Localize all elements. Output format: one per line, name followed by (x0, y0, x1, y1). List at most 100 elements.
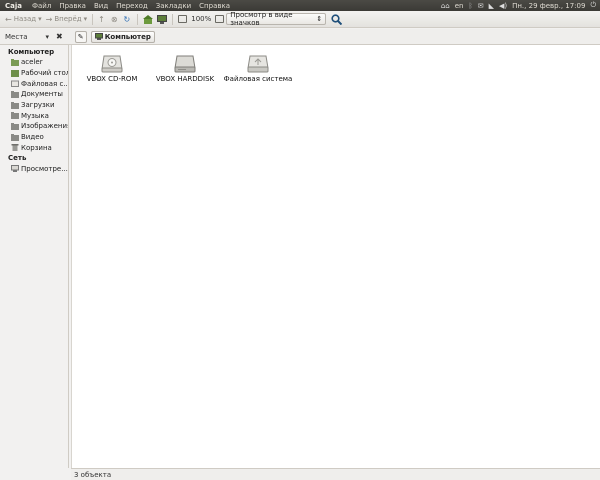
app-name[interactable]: Caja (0, 2, 28, 10)
pencil-icon: ✎ (77, 32, 84, 41)
sidebar-item-filesystem[interactable]: Файловая с... (0, 78, 68, 89)
folder-icon (11, 112, 19, 120)
sidebar-item-label: Изображения (21, 122, 68, 131)
places-label: Места (5, 32, 28, 41)
arrow-up-icon: ↑ (98, 14, 105, 24)
back-label: Назад (13, 15, 37, 23)
sidebar-item-label: Корзина (21, 143, 52, 152)
folder-icon (11, 122, 19, 130)
back-button[interactable]: ← Назад ▾ (3, 12, 44, 27)
forward-label: Вперёд (54, 15, 82, 23)
chevron-down-icon: ▾ (38, 15, 42, 23)
forward-button[interactable]: → Вперёд ▾ (44, 12, 90, 27)
menu-bookmarks[interactable]: Закладки (152, 2, 195, 10)
sidebar-item-downloads[interactable]: Загрузки (0, 100, 68, 111)
wifi-icon[interactable]: ◣ (489, 2, 494, 10)
menu-view[interactable]: Вид (90, 2, 112, 10)
search-button[interactable] (329, 12, 344, 27)
sidebar-item-pictures[interactable]: Изображения (0, 121, 68, 132)
filesystem-icon (11, 80, 19, 88)
zoom-in-icon (215, 15, 225, 23)
drive-item-label: Файловая система (223, 75, 293, 83)
breadcrumb-computer[interactable]: Компьютер (90, 30, 155, 43)
close-sidebar-icon[interactable]: ✖ (56, 32, 63, 41)
keyboard-layout[interactable]: en (455, 2, 464, 10)
chevron-down-icon: ▾ (83, 15, 88, 23)
network-icon (11, 165, 19, 173)
arrow-right-icon: → (45, 14, 53, 24)
home-button[interactable] (141, 12, 155, 27)
view-mode-label: Просмотр в виде значков (230, 11, 293, 27)
file-view[interactable]: VBOX CD-ROM VBOX HARDDISK Файловая систе… (71, 45, 600, 468)
top-panel: Caja Файл Правка Вид Переход Закладки Сп… (0, 0, 600, 11)
menu-edit[interactable]: Правка (55, 2, 90, 10)
status-bar: 3 объекта (71, 468, 600, 480)
drive-item-harddisk[interactable]: VBOX HARDDISK (145, 53, 225, 83)
sidebar-section-computer: Компьютер (8, 48, 55, 56)
separator (92, 13, 94, 25)
zoom-out-icon (178, 15, 188, 23)
chevron-down-icon: ▾ (45, 32, 49, 41)
bluetooth-icon[interactable]: ᛒ (469, 2, 473, 10)
separator (172, 13, 174, 25)
zoom-out-button[interactable] (176, 12, 189, 27)
sidebar-item-home[interactable]: aceler (0, 57, 68, 68)
filesystem-drive-icon (247, 55, 269, 73)
trash-icon (11, 144, 19, 152)
sidebar-section-network: Сеть (8, 154, 27, 163)
sidebar: Компьютер aceler Рабочий стол Файловая с… (0, 45, 69, 468)
sidebar-item-label: Файловая с... (21, 79, 68, 88)
computer-icon (94, 33, 103, 40)
up-button[interactable]: ↑ (96, 12, 109, 27)
clock[interactable]: Пн., 29 февр., 17:09 (512, 2, 585, 10)
sidebar-item-desktop[interactable]: Рабочий стол (0, 68, 68, 79)
sidebar-item-label: Музыка (21, 111, 49, 120)
arrow-left-icon: ← (5, 14, 12, 24)
stop-icon: ⊗ (110, 14, 118, 24)
power-icon[interactable]: ⏻ (590, 1, 596, 10)
menu-go[interactable]: Переход (112, 2, 152, 10)
sidebar-item-music[interactable]: Музыка (0, 110, 68, 121)
computer-icon (157, 14, 168, 24)
breadcrumb-label: Компьютер (104, 32, 151, 41)
home-icon (143, 14, 154, 24)
status-text: 3 объекта (74, 470, 112, 479)
drive-item-label: VBOX HARDDISK (155, 75, 215, 83)
zoom-level: 100% (191, 15, 212, 23)
computer-button[interactable] (155, 12, 169, 27)
places-selector[interactable]: Места ▾ (0, 33, 52, 41)
menu-file[interactable]: Файл (28, 2, 55, 10)
sidebar-item-trash[interactable]: Корзина (0, 143, 68, 154)
sidebar-item-browse-network[interactable]: Просмотре... (0, 163, 68, 174)
reload-button[interactable]: ↻ (122, 12, 135, 27)
drive-item-filesystem[interactable]: Файловая система (218, 53, 298, 83)
harddisk-icon (174, 55, 196, 73)
folder-icon (11, 133, 19, 141)
stop-button[interactable]: ⊗ (109, 12, 122, 27)
users-icon[interactable]: ⌂⌂ (441, 2, 450, 10)
sidebar-item-label: Рабочий стол (21, 69, 68, 78)
folder-icon (11, 101, 19, 109)
spin-arrows-icon: ⇕ (316, 15, 323, 23)
volume-icon[interactable]: ◀) (499, 2, 507, 10)
drive-item-cdrom[interactable]: VBOX CD-ROM (72, 53, 152, 83)
mail-icon[interactable]: ✉ (478, 2, 484, 10)
menu-help[interactable]: Справка (195, 2, 234, 10)
cdrom-drive-icon (101, 55, 123, 73)
view-mode-select[interactable]: Просмотр в виде значков ⇕ (226, 11, 327, 27)
sidebar-item-label: Видео (21, 133, 44, 142)
sidebar-item-label: Документы (21, 90, 63, 99)
edit-location-button[interactable]: ✎ (74, 30, 87, 43)
zoom-in-button[interactable] (213, 12, 226, 27)
search-icon (331, 13, 343, 25)
toolbar: ← Назад ▾ → Вперёд ▾ ↑ ⊗ ↻ 100% Просмотр… (0, 11, 600, 28)
sidebar-item-label: aceler (21, 58, 43, 67)
sidebar-item-documents[interactable]: Документы (0, 89, 68, 100)
sidebar-item-label: Загрузки (21, 101, 55, 110)
drive-item-label: VBOX CD-ROM (86, 75, 138, 83)
separator (137, 13, 139, 25)
desktop-icon (11, 69, 19, 77)
sidebar-item-label: Просмотре... (21, 164, 68, 173)
home-folder-icon (11, 58, 19, 66)
sidebar-item-videos[interactable]: Видео (0, 132, 68, 143)
